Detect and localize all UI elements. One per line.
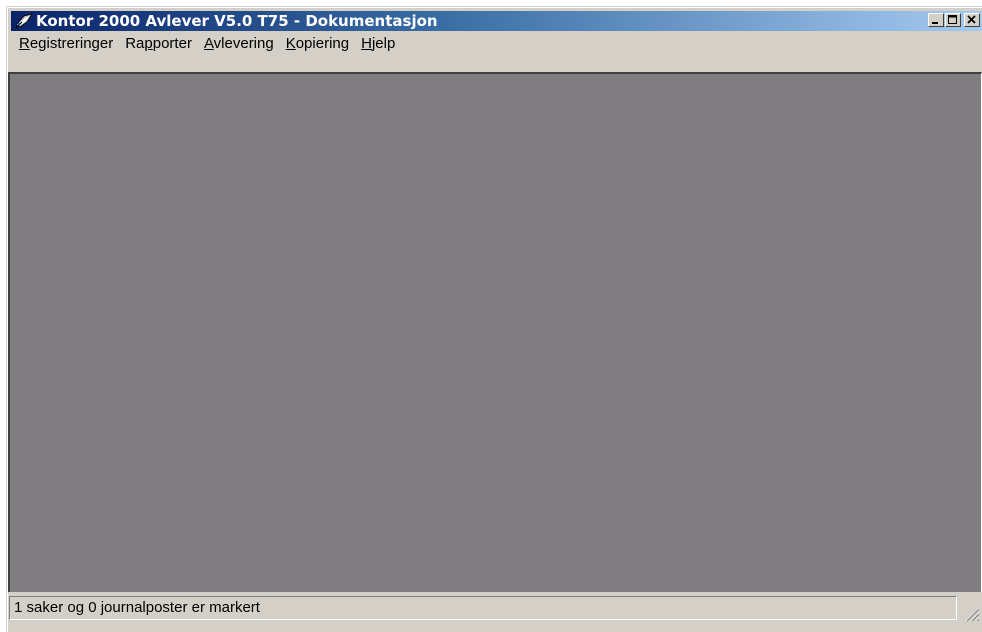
menu-accel: p — [144, 34, 153, 52]
resize-grip-icon[interactable] — [962, 604, 980, 622]
menu-label: vlevering — [213, 34, 274, 52]
menu-registreringer[interactable]: Registreringer — [11, 35, 119, 52]
menu-bar: Registreringer Rapporter Avlevering Kopi… — [11, 32, 982, 54]
title-bar[interactable]: Kontor 2000 Avlever V5.0 T75 - Dokumenta… — [11, 11, 982, 31]
menu-label: Ra — [125, 34, 145, 52]
maximize-icon — [948, 15, 957, 24]
menu-label: porter — [152, 34, 192, 52]
menu-accel: R — [19, 34, 30, 52]
menu-accel: H — [361, 34, 372, 52]
menu-rapporter[interactable]: Rapporter — [119, 35, 198, 52]
window-title: Kontor 2000 Avlever V5.0 T75 - Dokumenta… — [36, 12, 438, 30]
menu-avlevering[interactable]: Avlevering — [198, 35, 280, 52]
menu-label: jelp — [371, 34, 396, 52]
status-bar: 1 saker og 0 journalposter er markert — [8, 596, 982, 624]
menu-hjelp[interactable]: Hjelp — [355, 35, 401, 52]
close-icon — [967, 15, 976, 24]
window-controls — [927, 13, 980, 27]
minimize-icon — [932, 22, 938, 24]
menu-kopiering[interactable]: Kopiering — [280, 35, 355, 52]
menu-label: egistreringer — [29, 34, 114, 52]
close-button[interactable] — [964, 13, 980, 27]
pen-feather-icon — [15, 13, 33, 29]
mdi-workspace[interactable] — [8, 72, 982, 592]
status-text: 1 saker og 0 journalposter er markert — [9, 596, 957, 620]
maximize-button[interactable] — [945, 13, 961, 27]
menu-accel: K — [285, 34, 296, 52]
minimize-button[interactable] — [928, 13, 944, 27]
menu-label: opiering — [295, 34, 350, 52]
menu-accel: A — [203, 34, 214, 52]
